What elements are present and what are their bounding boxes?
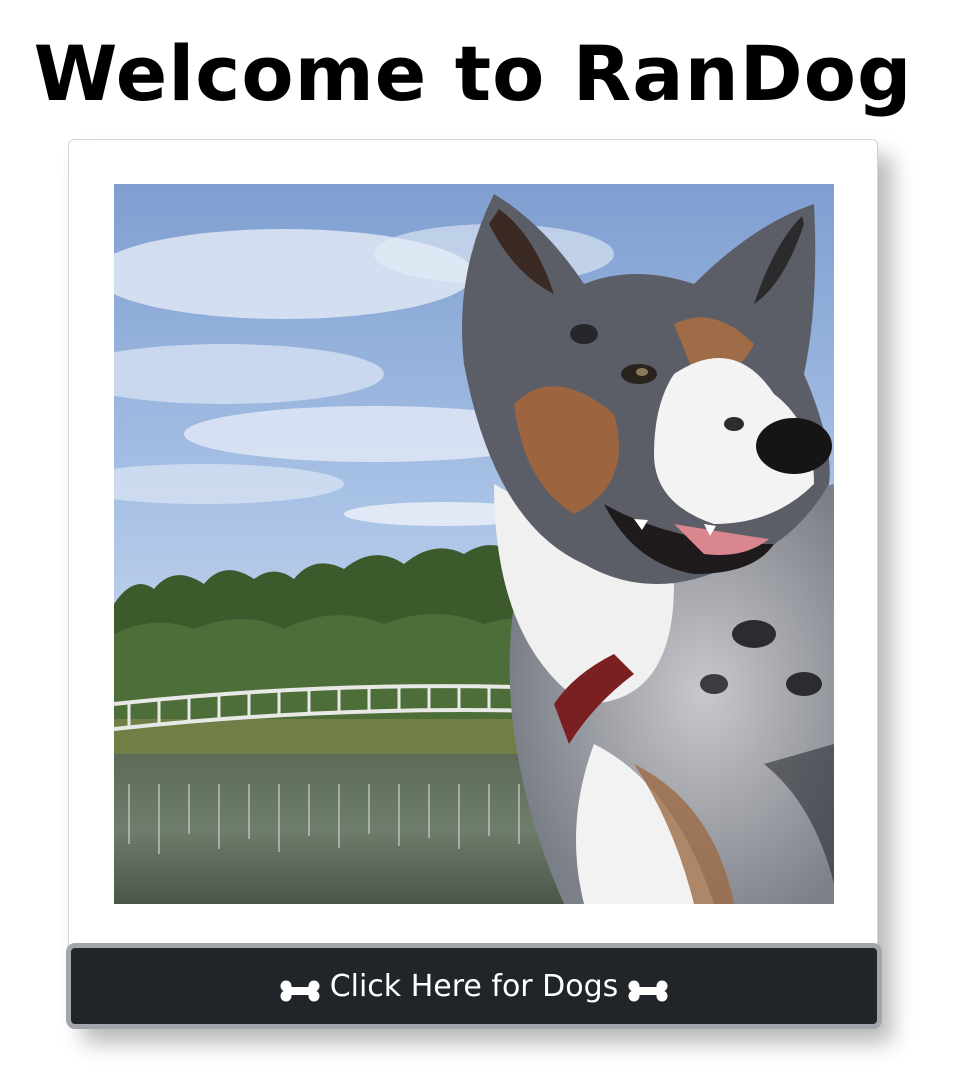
- fetch-dog-button[interactable]: Click Here for Dogs: [66, 943, 882, 1029]
- bone-icon: [280, 975, 320, 1002]
- dog-card: Click Here for Dogs: [66, 139, 882, 1029]
- page-title: Welcome to RanDog: [33, 29, 913, 118]
- bone-icon: [628, 975, 668, 1002]
- fetch-dog-button-label: Click Here for Dogs: [329, 968, 619, 1004]
- dog-photo: [114, 184, 834, 904]
- page: Welcome to RanDog Click Here for Dogs: [0, 0, 954, 1076]
